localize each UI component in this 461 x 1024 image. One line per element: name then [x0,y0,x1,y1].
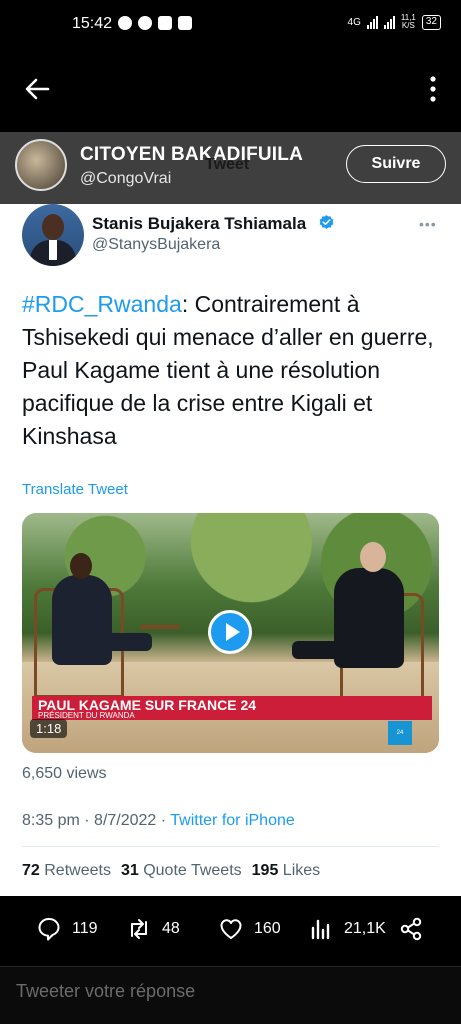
interviewee-figure [52,553,112,665]
page-title: Tweet [205,156,250,173]
network-type: 4G [347,16,361,28]
back-arrow-icon[interactable] [22,74,52,104]
divider [22,846,439,847]
app-notification-icon [158,16,172,30]
action-bar: 119 48 160 21,1K [0,896,461,966]
status-bar: 15:42 4G 11,1 K/S 32 [0,0,461,50]
author-avatar[interactable] [22,204,84,266]
likes-stat[interactable]: 195 Likes [252,862,321,880]
status-right: 4G 11,1 K/S 32 [348,14,441,30]
like-count: 160 [254,920,281,937]
video-player[interactable]: PAUL KAGAME SUR FRANCE 24 PRÉSIDENT DU R… [22,513,439,753]
signal-icon [383,15,395,29]
tweet-card: Stanis Bujakera Tshiamala @StanysBujaker… [0,204,461,896]
signal-icon [366,15,378,29]
status-time: 15:42 [72,15,113,32]
tweet-source-link[interactable]: Twitter for iPhone [170,812,295,829]
views-icon [311,919,330,940]
channel-logo: 24 [388,721,412,745]
views-button[interactable]: 21,1K [308,916,386,942]
meta-separator: · [160,812,167,829]
quote-tweets-stat[interactable]: 31 Quote Tweets [121,862,242,880]
author-handle[interactable]: @StanysBujakera [92,236,220,254]
share-button[interactable] [398,916,424,942]
retweet-button[interactable]: 48 [126,916,180,942]
tweet-date: 8/7/2022 [94,812,157,829]
add-user-icon [138,16,152,30]
more-horizontal-icon[interactable]: ••• [419,216,437,232]
like-button[interactable]: 160 [218,916,281,942]
tweet-time: 8:35 pm [22,812,80,829]
notification-icons [118,16,192,30]
video-duration: 1:18 [30,719,68,738]
engagement-stats: 72 Retweets 31 Quote Tweets 195 Likes [22,862,320,880]
verified-badge-icon [319,215,334,229]
reply-icon [38,918,60,941]
view-count: 6,650 views [22,765,107,782]
share-icon [400,917,422,941]
translate-link[interactable]: Translate Tweet [22,481,128,498]
retweets-stat[interactable]: 72 Retweets [22,862,111,880]
retweet-count: 48 [162,920,180,937]
reply-input[interactable]: Tweeter votre réponse [16,981,195,1002]
video-lower-third: PAUL KAGAME SUR FRANCE 24 PRÉSIDENT DU R… [32,696,432,720]
like-icon [220,919,242,939]
retweeter-name[interactable]: CITOYEN BAKADIFUILA [80,144,303,166]
meta-separator: · [84,812,90,829]
net-speed: 11,1 K/S [400,13,416,30]
app-notification-icon [178,16,192,30]
author-name[interactable]: Stanis Bujakera Tshiamala [92,214,306,234]
tweet-text: #RDC_Rwanda: Contrairement à Tshisekedi … [22,288,442,453]
notification-icon [118,16,132,30]
top-bar [0,50,461,132]
tweet-meta: 8:35 pm · 8/7/2022 · Twitter for iPhone [22,812,295,830]
follow-button[interactable]: Suivre [346,145,446,183]
battery-indicator: 32 [421,14,441,30]
reply-composer[interactable]: Tweeter votre réponse [0,966,461,1024]
hashtag-link[interactable]: #RDC_Rwanda [22,291,182,317]
views-count: 21,1K [344,920,386,937]
reply-count: 119 [72,920,98,937]
retweeter-avatar[interactable] [15,139,67,191]
play-icon[interactable] [208,610,252,654]
reply-button[interactable]: 119 [36,916,98,942]
retweeter-handle[interactable]: @CongoVrai [80,170,171,188]
retweeter-bar: CITOYEN BAKADIFUILA Tweet @CongoVrai Sui… [0,132,461,204]
more-vertical-icon[interactable] [425,74,441,104]
retweet-icon [131,919,147,939]
